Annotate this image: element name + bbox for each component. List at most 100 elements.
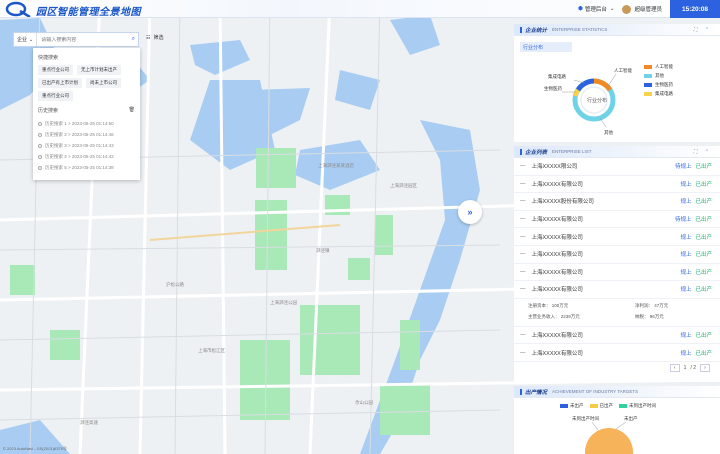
history-header: 历史搜索 🗑 xyxy=(38,107,135,114)
quick-tag[interactable]: 尚未上市公司 xyxy=(86,78,121,88)
map-poi-pin[interactable]: 上海泗泾某某酒店 xyxy=(318,163,354,169)
quick-tag[interactable]: 重点行业公司 xyxy=(38,91,73,101)
enterprise-name: 上海XXXXX有限公司 xyxy=(531,252,583,259)
panel-actions-icon[interactable]: ⛶ ⌃ xyxy=(694,149,712,155)
filter-icon: ☷ xyxy=(146,34,151,41)
map-label: 沪松公路 xyxy=(166,282,184,287)
enterprise-row[interactable]: — 上海XXXXX有限公司 待规上 已出产 xyxy=(514,211,720,229)
quick-search-title: 快捷搜索 xyxy=(38,55,59,61)
tree-dash-icon: — xyxy=(520,233,526,240)
history-item[interactable]: 历史搜索 3 > 2023-05-25 01:14:43 xyxy=(38,140,135,151)
quick-tag[interactable]: 无上市计划未出产 xyxy=(77,65,121,75)
filter-button[interactable]: ☷ 筛选 xyxy=(146,34,164,42)
prev-page-button[interactable]: ‹ xyxy=(669,363,680,372)
enterprise-row[interactable]: — 上海XXXXX有限公司 规上 已出产 xyxy=(514,281,720,299)
enterprise-name: 上海XXXXX有限公司 xyxy=(531,287,583,294)
history-item[interactable]: 历史搜索 2 > 2023-05-25 01:14:46 xyxy=(38,129,135,140)
legend-label: 生物医药 xyxy=(655,82,673,87)
clock-icon xyxy=(38,121,42,126)
output-status: 已出产 xyxy=(695,217,712,224)
avatar xyxy=(622,4,632,14)
donut-label: 集成电路 xyxy=(548,73,566,80)
scale-status: 规上 xyxy=(680,350,692,357)
enterprise-name: 上海XXXXX有限公司 xyxy=(531,217,583,224)
history-title: 历史搜索 xyxy=(38,108,59,114)
history-item[interactable]: 历史搜索 1 > 2023-05-25 01:14:50 xyxy=(38,118,135,129)
legend-item: 生物医药 xyxy=(644,80,673,89)
map-label: 佘山公园 xyxy=(355,400,373,405)
history-item[interactable]: 历史搜索 5 > 2023-05-25 01:14:38 xyxy=(38,162,135,173)
filter-label: 筛选 xyxy=(153,35,164,41)
history-text: 历史搜索 3 > 2023-05-25 01:14:43 xyxy=(45,142,114,148)
output-header: 出产情况 ACHIEVEMENT OF INDUSTRY TARGETS xyxy=(514,386,720,398)
scale-status: 规上 xyxy=(680,333,692,340)
enterprise-row[interactable]: — 上海XXXXX限公司 待规上 已出产 xyxy=(514,158,720,176)
user-menu[interactable]: 超级管理员 xyxy=(622,4,662,14)
map-label: 泗泾高速 xyxy=(80,420,98,425)
output-subtitle: ACHIEVEMENT OF INDUSTRY TARGETS xyxy=(552,389,639,394)
search-icon[interactable]: ⌕ xyxy=(129,36,138,43)
search-type-select[interactable]: 企业 ⌄ xyxy=(14,33,38,46)
enterprise-row[interactable]: — 上海XXXXX有限公司 规上 已出产 xyxy=(514,344,720,362)
donut-center-label: 行业分布 xyxy=(587,97,607,104)
tree-dash-icon: — xyxy=(520,216,526,223)
user-label: 超级管理员 xyxy=(634,7,662,13)
stats-subtitle: ENTERPRISE STATISTICS xyxy=(552,27,608,32)
enterprise-row[interactable]: — 上海XXXXX有限公司 规上 已出产 xyxy=(514,327,720,345)
quick-tag[interactable]: 已出产有上市计划 xyxy=(38,78,82,88)
collapse-panel-button[interactable]: » xyxy=(458,200,482,224)
backend-link[interactable]: ⬢ 管理后台 ⌄ xyxy=(578,5,614,13)
pagination: ‹ 1 / 2 › xyxy=(514,362,720,374)
output-status: 已出产 xyxy=(695,333,712,340)
legend-label: 人工智能 xyxy=(655,64,673,69)
enterprise-name: 上海XXXXX限公司 xyxy=(531,164,578,171)
detail-profit: 净利润： 47万元 xyxy=(635,303,669,309)
donut-label: 其他 xyxy=(604,129,613,136)
tab-industry[interactable]: 行业分布 xyxy=(520,42,572,52)
map-label: 上海泗泾园区 xyxy=(390,183,417,188)
enterprise-row[interactable]: — 上海XXXXX有限公司 规上 已出产 xyxy=(514,264,720,282)
tree-dash-icon: — xyxy=(520,163,526,170)
page-current[interactable]: 1 xyxy=(684,365,687,371)
trash-icon[interactable]: 🗑 xyxy=(129,107,135,114)
enterprise-row[interactable]: — 上海XXXXX有限公司 规上 已出产 xyxy=(514,246,720,264)
output-legend: 未出产 已出产 未到出产时间 xyxy=(560,403,720,409)
tree-dash-icon: — xyxy=(520,286,526,293)
list-subtitle: ENTERPRISE LIST xyxy=(552,149,592,154)
quick-tag[interactable]: 重点行业公司 xyxy=(38,65,73,75)
clock: 15:20:08 xyxy=(669,0,720,18)
scale-status: 待规上 xyxy=(674,217,692,224)
pie-label: 未出产 xyxy=(624,415,638,422)
history-item[interactable]: 历史搜索 4 > 2023-05-25 01:14:42 xyxy=(38,151,135,162)
scale-status: 规上 xyxy=(680,252,692,259)
search-bar: 企业 ⌄ ⌕ xyxy=(13,32,139,47)
legend-label: 其他 xyxy=(655,73,664,78)
enterprise-row[interactable]: — 上海XXXXX有限公司 规上 已出产 xyxy=(514,228,720,246)
legend-item: 集成电路 xyxy=(644,89,673,98)
backend-icon: ⬢ xyxy=(578,6,583,12)
map-label: 上海市松江区 xyxy=(198,348,225,353)
enterprise-name: 上海XXXXX有限公司 xyxy=(531,269,583,276)
search-dropdown: 快捷搜索 重点行业公司 无上市计划未出产 已出产有上市计划 尚未上市公司 重点行… xyxy=(33,48,140,180)
scale-status: 规上 xyxy=(680,181,692,188)
enterprise-row[interactable]: — 上海XXXXX股份有限公司 规上 已出产 xyxy=(514,193,720,211)
enterprise-row[interactable]: — 上海XXXXX有限公司 规上 已出产 xyxy=(514,176,720,194)
enterprise-name: 上海XXXXX有限公司 xyxy=(531,234,583,241)
tree-dash-icon: — xyxy=(520,349,526,356)
legend-item: 人工智能 xyxy=(644,62,673,71)
legend-label: 未到出产时间 xyxy=(629,403,656,408)
donut-label: 生物医药 xyxy=(544,85,562,92)
legend-item: 其他 xyxy=(644,71,673,80)
output-status: 已出产 xyxy=(695,350,712,357)
search-type-label: 企业 xyxy=(17,37,28,43)
next-page-button[interactable]: › xyxy=(700,363,710,372)
panel-actions-icon[interactable]: ⛶ ⌃ xyxy=(694,27,712,33)
enterprise-name: 上海XXXXX有限公司 xyxy=(531,333,583,340)
detail-revenue: 主营业务收入： 2239万元 xyxy=(528,314,580,320)
scale-status: 规上 xyxy=(680,287,692,294)
enterprise-name: 上海XXXXX有限公司 xyxy=(531,181,583,188)
search-input[interactable] xyxy=(37,36,129,43)
output-status: 已出产 xyxy=(695,164,712,171)
pie-label: 未到出产时间 xyxy=(572,415,599,422)
stats-legend: 人工智能 其他 生物医药 集成电路 xyxy=(644,62,673,98)
